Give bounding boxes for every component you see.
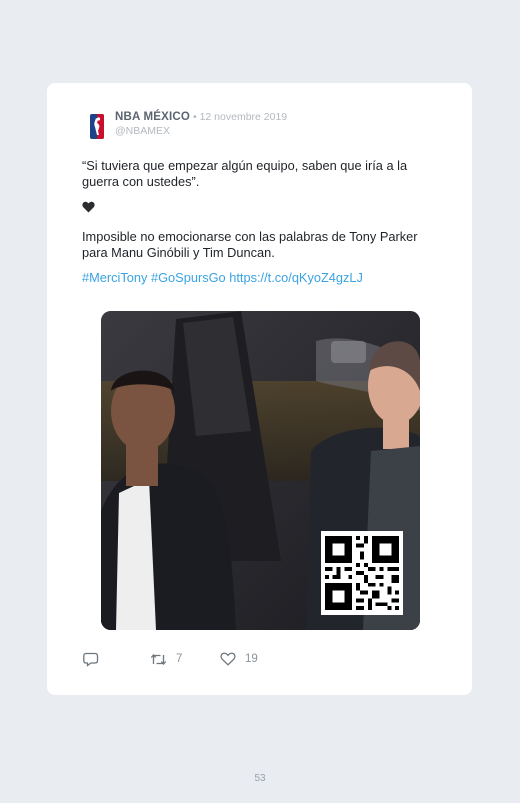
nba-logo[interactable] — [90, 114, 104, 139]
reply-icon — [83, 652, 99, 667]
tweet-actions: 7 19 — [83, 650, 443, 670]
author-name[interactable]: NBA MÉXICO — [115, 111, 190, 123]
tweet-links[interactable]: #MerciTony #GoSpursGo https://t.co/qKyoZ… — [82, 270, 442, 286]
like-count: 19 — [245, 653, 258, 665]
black-heart-icon — [82, 201, 95, 216]
tweet-media-image[interactable] — [101, 311, 420, 630]
tweet-body-paragraph: Imposible no emocionarse con las palabra… — [82, 229, 418, 260]
heart-line — [82, 201, 442, 215]
retweet-icon — [150, 652, 167, 667]
like-icon — [220, 652, 236, 666]
reply-button[interactable] — [83, 650, 108, 668]
tweet-card: NBA MÉXICO • 12 novembre 2019 @NBAMEX “S… — [47, 83, 472, 695]
author-handle[interactable]: @NBAMEX — [115, 125, 170, 137]
retweet-count: 7 — [176, 653, 183, 665]
tweet-quote-paragraph: “Si tuviera que empezar algún equipo, sa… — [82, 158, 408, 189]
author-line: NBA MÉXICO • 12 novembre 2019 — [115, 111, 287, 123]
page-number: 53 — [254, 773, 266, 784]
retweet-button[interactable]: 7 — [150, 650, 182, 668]
tweet-text: “Si tuviera que empezar algún equipo, sa… — [82, 158, 442, 286]
date-separator: • — [190, 111, 200, 123]
tweet-date[interactable]: 12 novembre 2019 — [200, 111, 288, 123]
tweet-header: NBA MÉXICO • 12 novembre 2019 @NBAMEX — [87, 111, 447, 143]
like-button[interactable]: 19 — [220, 650, 258, 668]
qr-code[interactable] — [321, 531, 403, 615]
